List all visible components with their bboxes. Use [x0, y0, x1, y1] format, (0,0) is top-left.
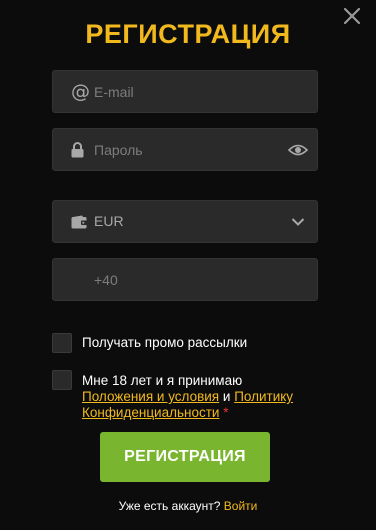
terms-prefix: Мне 18 лет и я принимаю — [82, 373, 243, 388]
login-link[interactable]: Войти — [224, 499, 258, 513]
password-input[interactable] — [94, 129, 294, 170]
terms-conditions-link[interactable]: Положения и условия — [82, 389, 219, 404]
terms-checkbox[interactable] — [52, 370, 72, 390]
lock-icon — [71, 141, 84, 158]
currency-value: EUR — [94, 213, 124, 229]
privacy-policy-link-line2[interactable]: Конфиденциальности — [82, 405, 219, 420]
required-mark: * — [223, 405, 229, 420]
currency-select[interactable]: EUR — [52, 200, 318, 243]
terms-conjunction: и — [222, 389, 231, 404]
privacy-policy-link-line1[interactable]: Политику — [234, 389, 293, 404]
terms-option: Мне 18 лет и я принимаю Положения и усло… — [52, 370, 293, 421]
registration-modal: РЕГИСТРАЦИЯ @ E-mail EUR +40 Получать пр… — [0, 0, 376, 530]
chevron-down-icon — [291, 217, 305, 226]
modal-title: РЕГИСТРАЦИЯ — [85, 19, 291, 49]
phone-field[interactable] — [52, 258, 318, 301]
login-question: Уже есть аккаунт? — [118, 499, 221, 513]
phone-input[interactable] — [94, 259, 294, 300]
promo-option: Получать промо рассылки — [52, 333, 247, 353]
password-field[interactable] — [52, 128, 318, 171]
terms-text: Мне 18 лет и я принимаю Положения и усло… — [82, 373, 293, 421]
email-input[interactable] — [94, 71, 294, 112]
login-prompt: Уже есть аккаунт? Войти — [0, 499, 376, 513]
promo-label: Получать промо рассылки — [82, 335, 248, 350]
promo-checkbox[interactable] — [52, 333, 72, 353]
register-button[interactable]: РЕГИСТРАЦИЯ — [100, 432, 270, 482]
eye-icon[interactable] — [288, 143, 308, 157]
at-icon: @ — [71, 80, 90, 102]
wallet-icon — [71, 215, 87, 229]
email-field[interactable]: @ — [52, 70, 318, 113]
